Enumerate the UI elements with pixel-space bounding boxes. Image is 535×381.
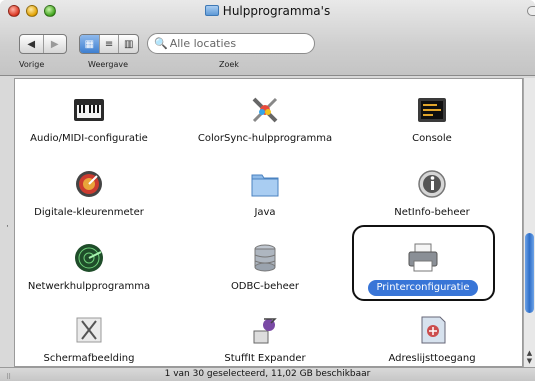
search-input[interactable] xyxy=(169,37,310,50)
printer-icon xyxy=(408,243,438,272)
window-title-text: Hulpprogramma's xyxy=(222,4,331,18)
tools-icon xyxy=(252,97,278,123)
search-field[interactable]: 🔍 xyxy=(147,33,315,54)
app-label: NetInfo-beheer xyxy=(394,207,470,218)
java-folder-icon xyxy=(251,174,279,197)
database-icon xyxy=(254,244,276,272)
app-item-digital-color-meter[interactable]: Digitale-kleurenmeter xyxy=(15,167,169,219)
keyboard-icon xyxy=(74,99,104,121)
finder-window: Hulpprogramma's ◀ ▶ ▦ ≡ ▥ 🔍 Vorige Weerg… xyxy=(0,0,535,381)
scroll-arrows[interactable]: ▲ ▼ xyxy=(525,349,534,365)
app-item-network-utility[interactable]: Netwerkhulpprogramma xyxy=(15,241,169,293)
back-button[interactable]: ◀ xyxy=(20,35,44,53)
app-item-colorsync[interactable]: ColorSync-hulpprogramma xyxy=(185,93,345,145)
colorimeter-icon xyxy=(76,171,102,197)
app-label: Printerconfiguratie xyxy=(368,280,478,296)
app-item-printer-setup[interactable]: Printerconfiguratie xyxy=(343,241,503,296)
window-toolbar: Hulpprogramma's ◀ ▶ ▦ ≡ ▥ 🔍 Vorige Weerg… xyxy=(0,0,535,76)
console-icon xyxy=(418,98,446,122)
directory-access-icon xyxy=(421,316,446,344)
app-label: Audio/MIDI-configuratie xyxy=(30,133,148,144)
app-item-netinfo[interactable]: NetInfo-beheer xyxy=(352,167,512,219)
view-label: Weergave xyxy=(88,60,129,69)
radar-icon xyxy=(75,244,103,272)
app-label: ColorSync-hulpprogramma xyxy=(197,133,333,144)
app-item-stuffit[interactable]: StuffIt Expander xyxy=(185,313,345,365)
window-title: Hulpprogramma's xyxy=(0,4,535,18)
status-bar: ⠿ 1 van 30 geselecteerd, 11,02 GB beschi… xyxy=(0,367,535,381)
app-item-grab[interactable]: Schermafbeelding xyxy=(15,313,169,365)
navigation-buttons: ◀ ▶ xyxy=(19,34,67,54)
netinfo-icon xyxy=(418,170,446,198)
toolbar-toggle-button[interactable] xyxy=(527,6,535,16)
stuffit-icon xyxy=(253,318,277,344)
app-label: Adreslijsttoegang xyxy=(388,353,476,364)
app-label: Digitale-kleurenmeter xyxy=(34,207,144,218)
search-icon: 🔍 xyxy=(154,37,168,50)
app-label: StuffIt Expander xyxy=(224,353,306,364)
search-label: Zoek xyxy=(219,60,239,69)
app-label: Netwerkhulpprogramma xyxy=(27,281,151,292)
column-view-button[interactable]: ▥ xyxy=(119,35,138,53)
forward-button[interactable]: ▶ xyxy=(44,35,67,53)
icon-view-button[interactable]: ▦ xyxy=(80,35,100,53)
app-item-directory-access[interactable]: Adreslijsttoegang xyxy=(352,313,512,365)
back-label: Vorige xyxy=(19,60,45,69)
app-item-console[interactable]: Console xyxy=(352,93,512,145)
app-label: Console xyxy=(412,133,452,144)
scroll-thumb[interactable] xyxy=(525,233,534,313)
app-label: Java xyxy=(254,207,276,218)
view-buttons: ▦ ≡ ▥ xyxy=(79,34,139,54)
app-label: Schermafbeelding xyxy=(43,353,135,364)
app-item-odbc[interactable]: ODBC-beheer xyxy=(185,241,345,293)
window-edge-mark: · xyxy=(6,222,9,232)
list-view-button[interactable]: ≡ xyxy=(100,35,120,53)
vertical-scrollbar[interactable]: ▲ ▼ xyxy=(523,78,535,367)
app-label: ODBC-beheer xyxy=(230,281,300,292)
folder-icon xyxy=(204,5,219,16)
app-item-java[interactable]: Java xyxy=(185,167,345,219)
status-text: 1 van 30 geselecteerd, 11,02 GB beschikb… xyxy=(164,369,371,379)
screenshot-icon xyxy=(76,317,102,343)
resize-grip-icon[interactable]: ⠿ xyxy=(6,371,11,381)
app-item-audio-midi[interactable]: Audio/MIDI-configuratie xyxy=(15,93,169,145)
file-browser: Audio/MIDI-configuratie ColorSync-hulppr… xyxy=(14,78,523,367)
